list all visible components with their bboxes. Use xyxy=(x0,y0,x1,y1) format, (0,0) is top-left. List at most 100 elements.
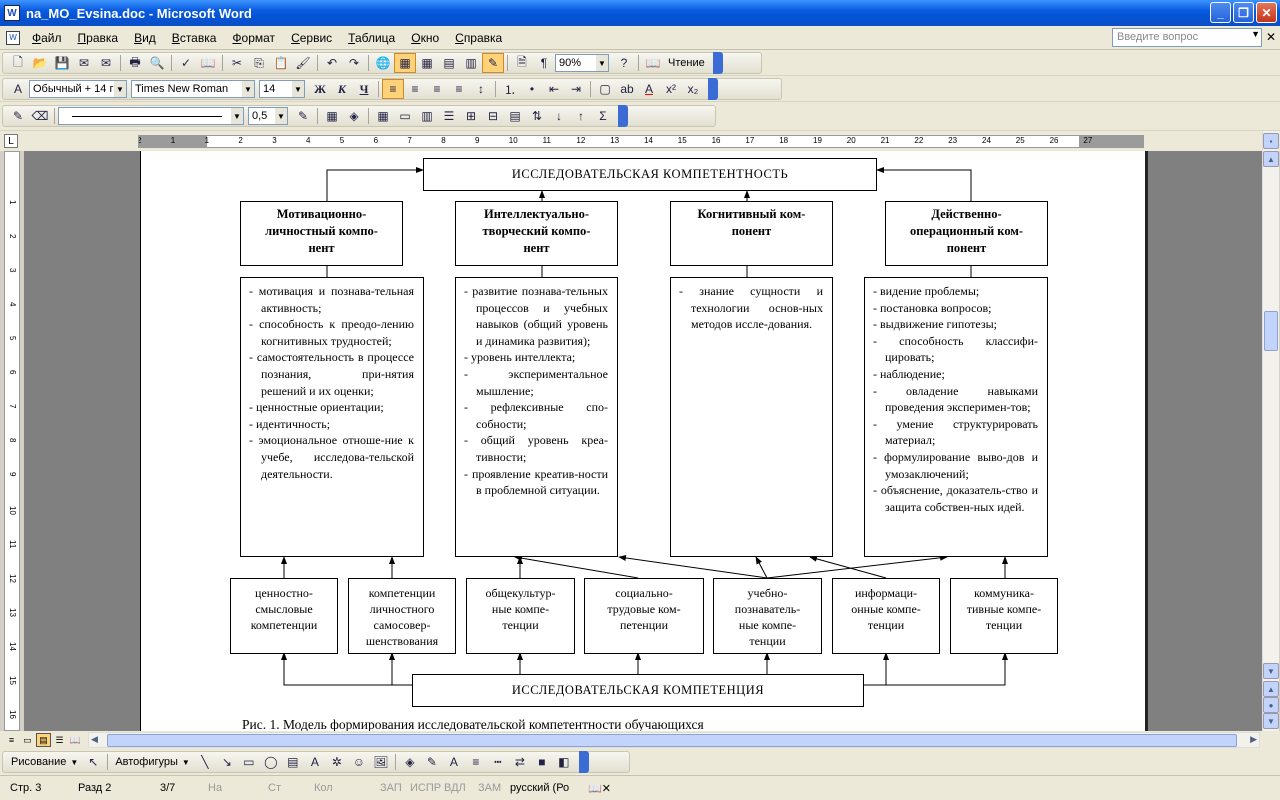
minimize-button[interactable]: _ xyxy=(1210,2,1231,23)
document-map-icon[interactable]: 🗎 xyxy=(511,53,533,73)
copy-icon[interactable]: ⎘ xyxy=(248,53,270,73)
previous-page-button[interactable]: ▲ xyxy=(1263,681,1279,697)
menu-tools[interactable]: Сервис xyxy=(283,31,340,45)
3d-style-icon[interactable]: ◧ xyxy=(553,752,575,772)
align-cell-icon[interactable]: ☰ xyxy=(438,106,460,126)
line-spacing-icon[interactable]: ↕ xyxy=(470,79,492,99)
eraser-icon[interactable]: ⌫ xyxy=(29,106,51,126)
ask-question-input[interactable]: Введите вопрос xyxy=(1112,28,1262,47)
print-preview-icon[interactable]: 🔍 xyxy=(146,53,168,73)
shading-color-icon[interactable]: ◈ xyxy=(343,106,365,126)
distribute-rows-icon[interactable]: ⊞ xyxy=(460,106,482,126)
insert-table-icon[interactable]: ▦ xyxy=(416,53,438,73)
menu-file[interactable]: Файл xyxy=(24,31,70,45)
horizontal-scrollbar[interactable]: ◀ ▶ xyxy=(88,732,1260,748)
tables-borders-icon[interactable]: ▦ xyxy=(394,53,416,73)
bullets-icon[interactable]: • xyxy=(521,79,543,99)
wordart-icon[interactable]: A xyxy=(304,752,326,772)
spelling-icon[interactable]: ✓ xyxy=(175,53,197,73)
paste-icon[interactable]: 📋 xyxy=(270,53,292,73)
scroll-right-button[interactable]: ▶ xyxy=(1250,734,1257,745)
menu-format[interactable]: Формат xyxy=(224,31,283,45)
autosum-icon[interactable]: Σ xyxy=(592,106,614,126)
print-icon[interactable]: 🖶 xyxy=(124,53,146,73)
scroll-left-button[interactable]: ◀ xyxy=(91,734,98,745)
line-style-select[interactable]: ▼ xyxy=(58,107,244,125)
line-style-icon[interactable]: ≡ xyxy=(465,752,487,772)
ruler-toggle-icon[interactable]: ▪ xyxy=(1263,133,1279,149)
document-page[interactable]: ИССЛЕДОВАТЕЛЬСКАЯ КОМПЕТЕНТНОСТЬ Мотивац… xyxy=(140,151,1148,732)
horizontal-scroll-thumb[interactable] xyxy=(107,734,1237,747)
reading-button[interactable]: Чтение xyxy=(664,57,709,69)
superscript-icon[interactable]: x² xyxy=(660,79,682,99)
status-track-changes[interactable]: ИСПР xyxy=(410,782,441,794)
arrow-style-icon[interactable]: ⇄ xyxy=(509,752,531,772)
outline-view-icon[interactable]: ☰ xyxy=(52,733,67,747)
scroll-down-button[interactable]: ▼ xyxy=(1263,663,1279,679)
rectangle-icon[interactable]: ▭ xyxy=(238,752,260,772)
highlight-icon[interactable]: ab xyxy=(616,79,638,99)
columns-icon[interactable]: ▥ xyxy=(460,53,482,73)
draw-table-icon[interactable]: ✎ xyxy=(7,106,29,126)
sort-descending-icon[interactable]: ↑ xyxy=(570,106,592,126)
zoom-select[interactable]: 90% ▼ xyxy=(555,54,609,72)
align-right-icon[interactable]: ≡ xyxy=(426,79,448,99)
menu-view[interactable]: Вид xyxy=(126,31,164,45)
fill-color-icon[interactable]: ◈ xyxy=(399,752,421,772)
line-icon[interactable]: ╲ xyxy=(194,752,216,772)
new-document-icon[interactable]: 🗋 xyxy=(7,53,29,73)
vertical-scrollbar[interactable]: ▪ ▲ ▼ ▲ ● ▼ xyxy=(1262,131,1279,731)
show-hide-icon[interactable]: ¶ xyxy=(533,53,555,73)
scroll-up-button[interactable]: ▲ xyxy=(1263,151,1279,167)
restore-button[interactable]: ❐ xyxy=(1233,2,1254,23)
style-select[interactable]: Обычный + 14 г ▼ xyxy=(29,80,127,98)
picture-icon[interactable]: 🖼 xyxy=(370,752,392,772)
insert-table-icon[interactable]: ▦ xyxy=(372,106,394,126)
research-icon[interactable]: 📖 xyxy=(197,53,219,73)
hyperlink-icon[interactable]: 🌐 xyxy=(372,53,394,73)
font-color-icon[interactable]: A xyxy=(443,752,465,772)
select-objects-icon[interactable]: ↖ xyxy=(82,752,104,772)
redo-icon[interactable]: ↷ xyxy=(343,53,365,73)
arrow-icon[interactable]: ↘ xyxy=(216,752,238,772)
line-color-icon[interactable]: ✎ xyxy=(421,752,443,772)
text-direction-icon[interactable]: ⇅ xyxy=(526,106,548,126)
insert-excel-icon[interactable]: ▤ xyxy=(438,53,460,73)
line-weight-select[interactable]: 0,5 ▼ xyxy=(248,107,288,125)
menu-insert[interactable]: Вставка xyxy=(164,31,225,45)
permission-icon[interactable]: ✉ xyxy=(73,53,95,73)
undo-icon[interactable]: ↶ xyxy=(321,53,343,73)
autoformat-icon[interactable]: ▤ xyxy=(504,106,526,126)
align-center-icon[interactable]: ≡ xyxy=(404,79,426,99)
font-select[interactable]: Times New Roman ▼ xyxy=(131,80,255,98)
help-icon[interactable]: ? xyxy=(613,53,635,73)
print-layout-icon[interactable]: ▤ xyxy=(36,733,51,747)
decrease-indent-icon[interactable]: ⇤ xyxy=(543,79,565,99)
border-color-icon[interactable]: ✎ xyxy=(292,106,314,126)
italic-button[interactable]: К xyxy=(331,79,353,99)
text-box-icon[interactable]: ▤ xyxy=(282,752,304,772)
font-size-select[interactable]: 14 ▼ xyxy=(259,80,305,98)
increase-indent-icon[interactable]: ⇥ xyxy=(565,79,587,99)
menu-window[interactable]: Окно xyxy=(403,31,447,45)
diagram-icon[interactable]: ✲ xyxy=(326,752,348,772)
menu-edit[interactable]: Правка xyxy=(70,31,127,45)
normal-view-icon[interactable]: ≡ xyxy=(4,733,19,747)
close-button[interactable]: ✕ xyxy=(1256,2,1277,23)
spelling-status-icon[interactable]: 📖✕ xyxy=(588,782,611,795)
sort-ascending-icon[interactable]: ↓ xyxy=(548,106,570,126)
status-overtype[interactable]: ЗАМ xyxy=(478,782,501,794)
save-icon[interactable]: 💾 xyxy=(51,53,73,73)
menu-help[interactable]: Справка xyxy=(447,31,510,45)
justify-icon[interactable]: ≡ xyxy=(448,79,470,99)
oval-icon[interactable]: ◯ xyxy=(260,752,282,772)
font-color-icon[interactable]: A xyxy=(638,79,660,99)
outside-border-icon[interactable]: ▦ xyxy=(321,106,343,126)
subscript-icon[interactable]: x₂ xyxy=(682,79,704,99)
styles-icon[interactable]: A xyxy=(7,79,29,99)
dash-style-icon[interactable]: ┅ xyxy=(487,752,509,772)
numbering-icon[interactable]: ⒈ xyxy=(499,79,521,99)
cut-icon[interactable]: ✂ xyxy=(226,53,248,73)
document-icon[interactable]: W xyxy=(6,30,20,45)
format-painter-icon[interactable]: 🖌 xyxy=(292,53,314,73)
